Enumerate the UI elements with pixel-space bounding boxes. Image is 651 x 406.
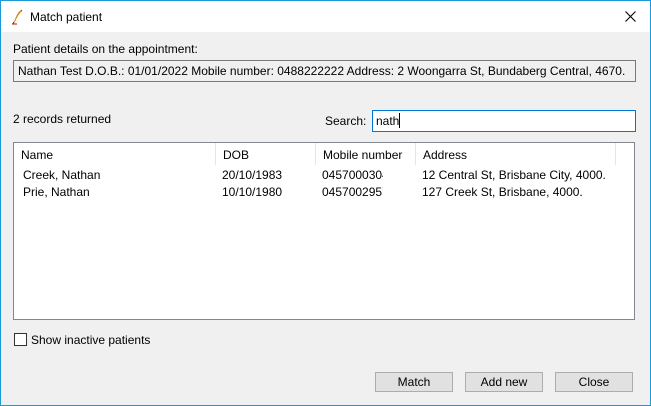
cell-dob: 10/10/1980 bbox=[222, 185, 283, 199]
text-caret bbox=[399, 113, 400, 128]
quill-pen-icon bbox=[12, 9, 23, 25]
window-title: Match patient bbox=[30, 10, 103, 24]
match-button[interactable]: Match bbox=[375, 372, 453, 392]
appointment-details-label: Patient details on the appointment: bbox=[13, 42, 198, 56]
search-label: Search: bbox=[325, 114, 367, 128]
show-inactive-checkbox[interactable] bbox=[14, 333, 27, 346]
table-row[interactable]: Creek, Nathan 20/10/1983 0457000304 12 C… bbox=[14, 167, 634, 184]
column-header-address[interactable]: Address bbox=[416, 143, 616, 165]
cell-dob: 20/10/1983 bbox=[222, 168, 283, 182]
column-header-name[interactable]: Name bbox=[14, 143, 216, 165]
cell-address: 127 Creek St, Brisbane, 4000. bbox=[422, 185, 583, 199]
close-button[interactable]: Close bbox=[555, 372, 633, 392]
cell-name: Creek, Nathan bbox=[23, 168, 101, 182]
column-header-mobile[interactable]: Mobile number bbox=[316, 143, 416, 165]
match-patient-dialog: Match patient Patient details on the app… bbox=[0, 0, 651, 406]
close-window-button[interactable] bbox=[610, 1, 650, 32]
cell-mobile: 0457000304 bbox=[322, 168, 383, 182]
patient-results-grid[interactable]: Name DOB Mobile number Address Creek, Na… bbox=[13, 142, 635, 320]
close-icon bbox=[624, 11, 636, 22]
title-bar[interactable]: Match patient bbox=[1, 1, 650, 32]
cell-mobile: 0457002957 bbox=[322, 185, 383, 199]
column-header-dob[interactable]: DOB bbox=[216, 143, 316, 165]
records-returned-text: 2 records returned bbox=[13, 112, 112, 126]
grid-header: Name DOB Mobile number Address bbox=[14, 143, 634, 165]
appointment-details-field: Nathan Test D.O.B.: 01/01/2022 Mobile nu… bbox=[13, 60, 636, 82]
cell-name: Prie, Nathan bbox=[23, 185, 90, 199]
search-input[interactable] bbox=[372, 110, 636, 132]
add-new-button[interactable]: Add new bbox=[465, 372, 543, 392]
show-inactive-label[interactable]: Show inactive patients bbox=[31, 333, 150, 347]
table-row[interactable]: Prie, Nathan 10/10/1980 0457002957 127 C… bbox=[14, 184, 634, 201]
cell-address: 12 Central St, Brisbane City, 4000. bbox=[422, 168, 606, 182]
